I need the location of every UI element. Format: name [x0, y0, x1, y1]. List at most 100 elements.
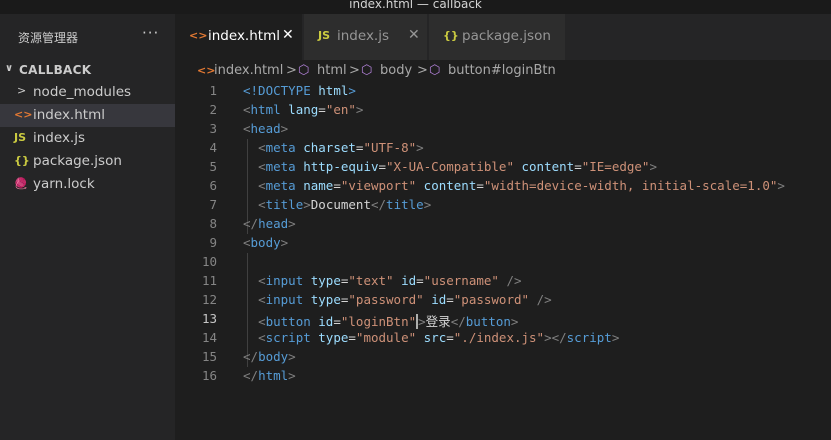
code-token: >: [649, 159, 657, 174]
code-token: >: [288, 368, 296, 383]
code-line[interactable]: 15 </body>: [175, 348, 831, 367]
code-token: >: [510, 314, 519, 329]
tab-index-html[interactable]: <> index.html ✕: [175, 14, 302, 60]
code-line[interactable]: 4 <meta charset="UTF-8">: [175, 139, 831, 158]
code-token: 登录: [425, 314, 451, 329]
chevron-right-icon: >: [17, 84, 27, 97]
breadcrumb-separator: >: [286, 63, 297, 78]
code-token: meta: [265, 159, 304, 174]
code-line[interactable]: 14 <script type="module" src="./index.js…: [175, 329, 831, 348]
code-line[interactable]: 5 <meta http-equiv="X-UA-Compatible" con…: [175, 158, 831, 177]
code-text: </head>: [243, 216, 296, 231]
tree-item[interactable]: 🧶 yarn.lock: [0, 173, 175, 196]
code-line[interactable]: 11 <input type="text" id="username" />: [175, 272, 831, 291]
code-token: body: [258, 349, 289, 364]
code-token: lang: [288, 102, 319, 117]
json-file-icon: {}: [443, 29, 459, 42]
code-token: >: [418, 314, 426, 329]
code-token: "username": [423, 273, 507, 288]
code-token: >: [288, 349, 296, 364]
tree-item[interactable]: > node_modules: [0, 81, 175, 104]
line-number: 8: [209, 216, 217, 231]
code-text: <input type="text" id="username" />: [243, 273, 522, 288]
breadcrumb: <> index.html > ⬡ html > ⬡ body > ⬡ butt…: [175, 60, 831, 82]
code-token: =: [446, 292, 454, 307]
code-token: html: [250, 102, 289, 117]
tree-item-label: yarn.lock: [33, 176, 95, 192]
close-icon[interactable]: ✕: [282, 27, 294, 43]
code-line[interactable]: 1 <!DOCTYPE html>: [175, 82, 831, 101]
code-token: input: [265, 292, 311, 307]
code-line[interactable]: 16 </html>: [175, 367, 831, 386]
code-token: "en": [325, 102, 356, 117]
code-line[interactable]: 8 </head>: [175, 215, 831, 234]
tab-index-js[interactable]: JS index.js ✕: [304, 14, 427, 60]
code-line[interactable]: 7 <title>Document</title>: [175, 196, 831, 215]
breadcrumb-item-button[interactable]: button#loginBtn: [448, 63, 556, 78]
breadcrumb-item-body[interactable]: body: [380, 63, 412, 78]
code-token: "text": [348, 273, 402, 288]
code-token: http-equiv: [303, 159, 379, 174]
tab-package-json[interactable]: {} package.json: [429, 14, 565, 60]
folder-callback[interactable]: ∨ CALLBACK: [0, 60, 175, 81]
close-icon[interactable]: ✕: [408, 27, 420, 43]
tab-label: index.html: [208, 28, 280, 44]
code-token: <: [258, 292, 266, 307]
js-file-icon: JS: [14, 131, 27, 144]
code-token: <: [258, 314, 266, 329]
breadcrumb-item-html[interactable]: html: [317, 63, 347, 78]
json-file-icon: {}: [14, 154, 30, 167]
code-token: =: [333, 178, 341, 193]
code-text: <title>Document</title>: [243, 197, 431, 212]
code-text: <button id="loginBtn" >登录</button>: [243, 311, 518, 330]
breadcrumb-file[interactable]: index.html: [214, 63, 283, 78]
code-text: <meta name="viewport" content="width=dev…: [243, 178, 785, 193]
window-title: index.html — callback: [349, 0, 482, 11]
code-line[interactable]: 10: [175, 253, 831, 272]
tree-item-label: node_modules: [33, 84, 132, 100]
code-line[interactable]: 2 <html lang="en">: [175, 101, 831, 120]
line-number: 14: [201, 330, 217, 345]
line-number: 13: [201, 311, 217, 326]
code-token: html: [258, 368, 289, 383]
code-token: "UTF-8": [363, 140, 417, 155]
code-token: input: [265, 273, 311, 288]
code-line[interactable]: 13 <button id="loginBtn" >登录</button>: [175, 310, 831, 329]
code-line[interactable]: 9 <body>: [175, 234, 831, 253]
code-token: =: [476, 178, 484, 193]
code-editor[interactable]: 1 <!DOCTYPE html> 2 <html lang="en"> 3 <head>…: [175, 82, 831, 440]
code-token: =: [318, 102, 326, 117]
code-token: content: [521, 159, 575, 174]
tree-item[interactable]: {} package.json: [0, 150, 175, 173]
code-token: Document: [310, 197, 371, 212]
tree-item[interactable]: <> index.html: [0, 104, 175, 127]
tree-item[interactable]: JS index.js: [0, 127, 175, 150]
code-token: >: [348, 83, 356, 98]
code-line[interactable]: 6 <meta name="viewport" content="width=d…: [175, 177, 831, 196]
yarn-file-icon: 🧶: [14, 177, 28, 190]
tree-item-label: index.js: [33, 130, 86, 146]
code-token: id: [318, 314, 334, 329]
code-token: </: [243, 368, 259, 383]
code-token: >: [416, 140, 424, 155]
code-line[interactable]: 3 <head>: [175, 120, 831, 139]
code-line[interactable]: 12 <input type="password" id="password" …: [175, 291, 831, 310]
code-text: <meta http-equiv="X-UA-Compatible" conte…: [243, 159, 657, 174]
more-actions-icon[interactable]: ···: [142, 24, 159, 42]
code-token: <: [258, 159, 266, 174]
code-token: </: [450, 314, 466, 329]
code-token: =: [378, 159, 387, 174]
code-token: "password": [453, 292, 537, 307]
code-token: script: [566, 330, 612, 345]
code-token: />: [506, 273, 522, 288]
explorer-header: 资源管理器 ···: [0, 14, 175, 60]
code-token: >: [280, 235, 289, 250]
chevron-down-icon: ∨: [5, 63, 14, 74]
file-tree: > node_modules <> index.html JS index.js {} pac…: [0, 81, 175, 196]
code-token: name: [303, 178, 334, 193]
code-token: "password": [348, 292, 432, 307]
code-text: <!DOCTYPE html>: [243, 83, 356, 98]
